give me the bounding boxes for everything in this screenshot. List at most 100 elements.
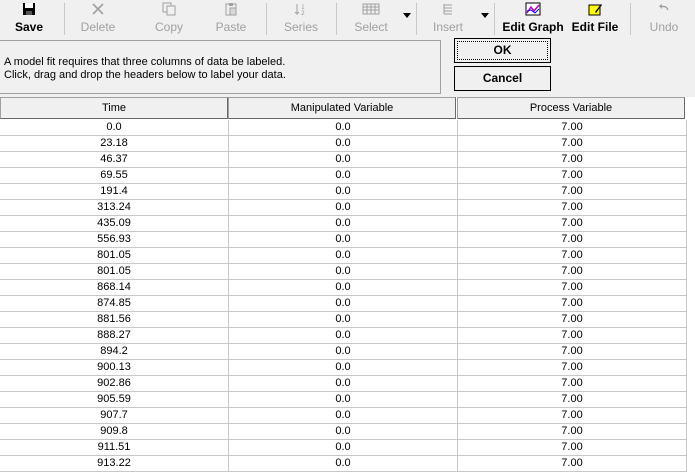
table-cell[interactable]: 7.00	[458, 248, 687, 264]
table-cell[interactable]: 0.0	[229, 280, 458, 296]
table-cell[interactable]: 0.0	[229, 296, 458, 312]
table-cell[interactable]: 0.0	[0, 120, 229, 136]
edit-file-button[interactable]: Edit File	[570, 0, 620, 38]
table-cell[interactable]: 7.00	[458, 360, 687, 376]
table-cell[interactable]: 801.05	[0, 248, 229, 264]
table-cell[interactable]: 0.0	[229, 408, 458, 424]
column-header-process-variable[interactable]: Process Variable	[457, 97, 685, 119]
table-cell[interactable]: 0.0	[229, 120, 458, 136]
table-cell[interactable]: 7.00	[458, 344, 687, 360]
insert-dropdown-arrow-icon[interactable]	[481, 13, 489, 18]
table-cell[interactable]: 0.0	[229, 200, 458, 216]
delete-x-icon	[72, 2, 124, 20]
table-cell[interactable]: 0.0	[229, 376, 458, 392]
table-cell[interactable]: 0.0	[229, 360, 458, 376]
table-row: 0.0 0.0 7.00	[0, 120, 695, 136]
table-cell[interactable]: 23.18	[0, 136, 229, 152]
table-cell[interactable]: 0.0	[229, 232, 458, 248]
table-cell[interactable]: 7.00	[458, 264, 687, 280]
table-cell[interactable]: 913.22	[0, 456, 229, 472]
table-cell[interactable]: 556.93	[0, 232, 229, 248]
copy-icon	[143, 2, 195, 20]
table-cell[interactable]: 7.00	[458, 456, 687, 472]
table-cell[interactable]: 0.0	[229, 344, 458, 360]
table-cell[interactable]: 907.7	[0, 408, 229, 424]
select-dropdown-arrow-icon[interactable]	[403, 13, 411, 18]
column-header-time[interactable]: Time	[0, 97, 228, 119]
table-row: 900.13 0.0 7.00	[0, 360, 695, 376]
table-cell[interactable]: 191.4	[0, 184, 229, 200]
delete-button[interactable]: Delete	[72, 0, 124, 38]
table-cell[interactable]: 7.00	[458, 424, 687, 440]
undo-button[interactable]: Undo	[642, 0, 686, 38]
table-cell[interactable]: 0.0	[229, 392, 458, 408]
table-cell[interactable]: 7.00	[458, 280, 687, 296]
table-cell[interactable]: 69.55	[0, 168, 229, 184]
table-cell[interactable]: 313.24	[0, 200, 229, 216]
copy-button[interactable]: Copy	[143, 0, 195, 38]
series-label: Series	[283, 20, 318, 34]
table-cell[interactable]: 0.0	[229, 152, 458, 168]
table-cell[interactable]: 902.86	[0, 376, 229, 392]
table-cell[interactable]: 7.00	[458, 408, 687, 424]
table-cell[interactable]: 868.14	[0, 280, 229, 296]
table-cell[interactable]: 0.0	[229, 312, 458, 328]
table-cell[interactable]: 7.00	[458, 440, 687, 456]
table-cell[interactable]: 7.00	[458, 392, 687, 408]
table-cell[interactable]: 894.2	[0, 344, 229, 360]
table-cell[interactable]: 874.85	[0, 296, 229, 312]
insert-label: Insert	[432, 20, 463, 34]
toolbar: Save Delete Copy Paste 12 Series Select	[0, 0, 695, 38]
toolbar-separator	[416, 3, 417, 35]
table-cell[interactable]: 7.00	[458, 152, 687, 168]
table-cell[interactable]: 7.00	[458, 232, 687, 248]
table-cell[interactable]: 7.00	[458, 168, 687, 184]
table-cell[interactable]: 801.05	[0, 264, 229, 280]
table-cell[interactable]: 7.00	[458, 200, 687, 216]
edit-graph-button[interactable]: Edit Graph	[500, 0, 566, 38]
table-row: 907.7 0.0 7.00	[0, 408, 695, 424]
table-cell[interactable]: 911.51	[0, 440, 229, 456]
floppy-disk-icon	[8, 2, 50, 20]
save-button[interactable]: Save	[8, 0, 50, 38]
table-cell[interactable]: 881.56	[0, 312, 229, 328]
table-cell[interactable]: 0.0	[229, 136, 458, 152]
table-cell[interactable]: 7.00	[458, 296, 687, 312]
table-cell[interactable]: 46.37	[0, 152, 229, 168]
svg-text:2: 2	[301, 10, 305, 16]
table-cell[interactable]: 888.27	[0, 328, 229, 344]
ok-button[interactable]: OK	[454, 38, 551, 63]
table-row: 888.27 0.0 7.00	[0, 328, 695, 344]
table-cell[interactable]: 0.0	[229, 456, 458, 472]
table-cell[interactable]: 7.00	[458, 376, 687, 392]
table-cell[interactable]: 7.00	[458, 136, 687, 152]
table-cell[interactable]: 7.00	[458, 328, 687, 344]
series-button[interactable]: 12 Series	[276, 0, 326, 38]
table-cell[interactable]: 7.00	[458, 312, 687, 328]
table-cell[interactable]: 7.00	[458, 216, 687, 232]
table-cell[interactable]: 7.00	[458, 120, 687, 136]
select-button[interactable]: Select	[344, 0, 398, 38]
paste-button[interactable]: Paste	[206, 0, 256, 38]
table-cell[interactable]: 0.0	[229, 264, 458, 280]
cancel-button[interactable]: Cancel	[454, 66, 551, 91]
table-cell[interactable]: 0.0	[229, 440, 458, 456]
insert-button[interactable]: Insert	[424, 0, 472, 38]
column-header-manipulated-variable[interactable]: Manipulated Variable	[228, 97, 456, 119]
table-cell[interactable]: 900.13	[0, 360, 229, 376]
table-cell[interactable]: 7.00	[458, 184, 687, 200]
table-cell[interactable]: 0.0	[229, 184, 458, 200]
table-cell[interactable]: 905.59	[0, 392, 229, 408]
table-cell[interactable]: 435.09	[0, 216, 229, 232]
table-cell[interactable]: 0.0	[229, 248, 458, 264]
table-cell[interactable]: 0.0	[229, 168, 458, 184]
table-cell[interactable]: 0.0	[229, 328, 458, 344]
table-row: 894.2 0.0 7.00	[0, 344, 695, 360]
edit-file-label: Edit File	[571, 20, 619, 34]
table-cell[interactable]: 909.8	[0, 424, 229, 440]
grid-rows: 0.0 0.0 7.00 23.18 0.0 7.00 46.37 0.0 7.00 69.55 0…	[0, 120, 695, 472]
table-cell[interactable]: 0.0	[229, 216, 458, 232]
data-grid: Time Manipulated Variable Process Variab…	[0, 97, 695, 475]
table-cell[interactable]: 0.0	[229, 424, 458, 440]
toolbar-separator	[336, 3, 337, 35]
